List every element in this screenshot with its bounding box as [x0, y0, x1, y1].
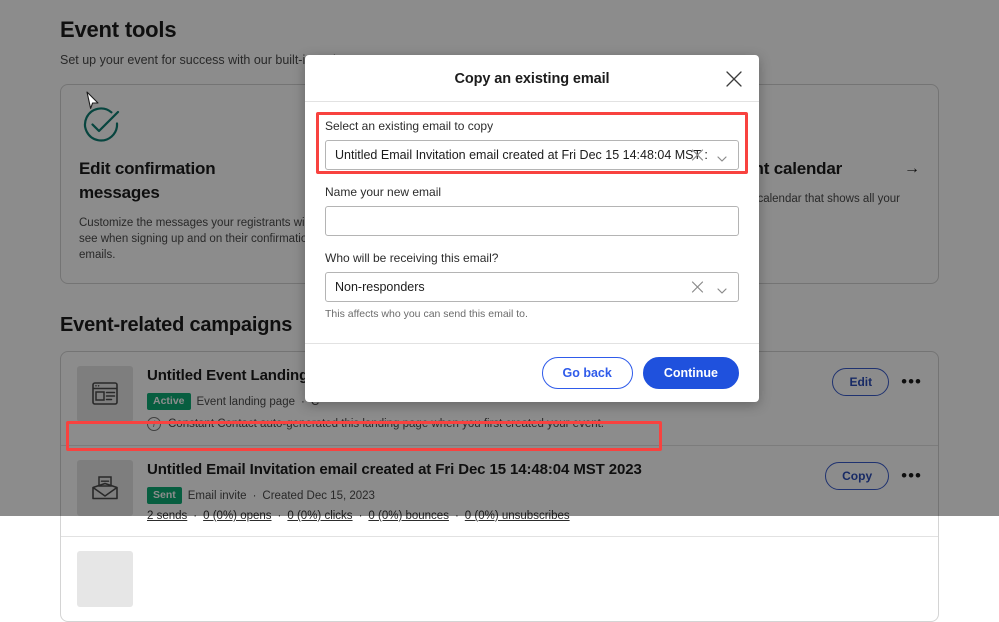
field-group-source-email: Select an existing email to copy Untitle… [325, 118, 739, 170]
copy-existing-email-modal: Copy an existing email Select an existin… [305, 55, 759, 402]
recipients-help-text: This affects who you can send this email… [325, 308, 528, 320]
continue-button[interactable]: Continue [642, 357, 739, 389]
clear-icon[interactable] [691, 281, 704, 294]
clear-icon[interactable] [691, 149, 704, 162]
modal-footer: Go back Continue [305, 343, 759, 402]
source-email-select[interactable]: Untitled Email Invitation email created … [325, 140, 739, 170]
chevron-down-icon[interactable] [717, 284, 727, 294]
new-email-name-label: Name your new email [325, 185, 442, 199]
new-email-name-input[interactable] [325, 206, 739, 236]
table-row[interactable] [61, 537, 938, 621]
modal-body: Select an existing email to copy Untitle… [305, 102, 759, 343]
recipients-value: Non-responders [335, 280, 425, 294]
recipients-label: Who will be receiving this email? [325, 251, 499, 265]
modal-title: Copy an existing email [454, 71, 610, 87]
go-back-button[interactable]: Go back [541, 357, 633, 389]
field-group-new-email-name: Name your new email [325, 184, 739, 236]
close-icon[interactable] [725, 70, 743, 88]
field-group-recipients: Who will be receiving this email? Non-re… [325, 250, 739, 321]
modal-header: Copy an existing email [305, 55, 759, 102]
source-email-value: Untitled Email Invitation email created … [335, 148, 708, 162]
source-email-label: Select an existing email to copy [325, 119, 494, 133]
recipients-select[interactable]: Non-responders [325, 272, 739, 302]
campaign-thumbnail [77, 551, 133, 607]
chevron-down-icon[interactable] [717, 152, 727, 162]
